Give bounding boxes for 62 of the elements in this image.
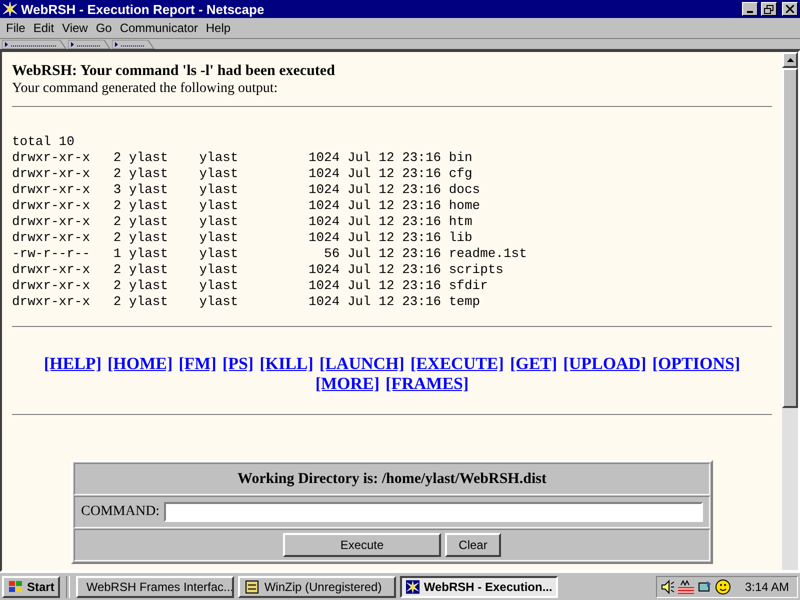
windows-flag-icon	[8, 580, 24, 594]
smiley-icon[interactable]	[714, 578, 731, 594]
execute-button[interactable]: Execute	[283, 533, 441, 557]
nav-link[interactable]: [HELP]	[44, 354, 102, 374]
working-directory-title: Working Directory is: /home/ylast/WebRSH.dist	[238, 470, 546, 488]
nav-link[interactable]: [FM]	[178, 354, 216, 374]
output-line: total 10	[12, 134, 74, 150]
nav-link[interactable]: [HOME]	[107, 354, 173, 374]
taskbar-button[interactable]: WinZip (Unregistered)	[238, 576, 396, 598]
clear-button[interactable]: Clear	[445, 533, 501, 557]
menu-item[interactable]: Edit	[29, 21, 58, 35]
output-line: drwxr-xr-x 2 ylast ylast 1024 Jul 12 23:16 lib	[12, 230, 472, 246]
speaker-icon[interactable]	[660, 578, 675, 594]
output-line: drwxr-xr-x 2 ylast ylast 1024 Jul 12 23:16 sfdir	[12, 278, 488, 294]
cabinet-icon	[244, 578, 260, 594]
restore-button[interactable]	[761, 2, 777, 16]
nav-link[interactable]: [GET]	[510, 354, 558, 374]
output-line: drwxr-xr-x 2 ylast ylast 1024 Jul 12 23:16 home	[12, 198, 480, 214]
nav-link[interactable]: [LAUNCH]	[319, 354, 404, 374]
toolbar-grip-icon[interactable]	[2, 40, 67, 49]
command-field[interactable]	[164, 502, 703, 522]
menu-item[interactable]: View	[58, 21, 92, 35]
window-title: WebRSH - Execution Report - Netscape	[21, 2, 266, 16]
scroll-thumb[interactable]	[782, 68, 798, 408]
output-line: drwxr-xr-x 2 ylast ylast 1024 Jul 12 23:16 bin	[12, 150, 472, 166]
output-line: drwxr-xr-x 2 ylast ylast 1024 Jul 12 23:16 cfg	[12, 166, 472, 182]
nav-link[interactable]: [KILL]	[260, 354, 314, 374]
page-heading: WebRSH: Your command 'ls -l' had been executed	[12, 62, 336, 80]
output-line: drwxr-xr-x 2 ylast ylast 1024 Jul 12 23:16 scripts	[12, 262, 504, 278]
start-button[interactable]: Start	[2, 576, 60, 598]
toolbar-grip-icon[interactable]	[68, 40, 111, 49]
starburst-icon	[2, 1, 18, 17]
page-subheading: Your command generated the following output:	[12, 80, 279, 98]
taskbar-button[interactable]: WebRSH Frames Interfac...	[76, 576, 234, 598]
restore-icon	[764, 4, 774, 14]
nav-link[interactable]: [UPLOAD]	[563, 354, 646, 374]
nav-link[interactable]: [OPTIONS]	[652, 354, 740, 374]
up-arrow-icon	[786, 58, 794, 62]
menu-item[interactable]: Communicator	[116, 21, 202, 35]
network-icon[interactable]	[676, 578, 695, 594]
scroll-up-button[interactable]	[782, 52, 798, 68]
nav-link[interactable]: [EXECUTE]	[410, 354, 504, 374]
output-line: drwxr-xr-x 2 ylast ylast 1024 Jul 12 23:16 temp	[12, 294, 480, 310]
menu-item[interactable]: File	[2, 21, 30, 35]
monitor-icon[interactable]	[696, 578, 713, 594]
nav-link[interactable]: [FRAMES]	[386, 374, 469, 394]
taskbar-button[interactable]: WebRSH - Execution...	[400, 576, 558, 598]
close-button[interactable]	[782, 2, 798, 16]
close-icon	[786, 5, 794, 13]
vertical-scrollbar[interactable]	[782, 52, 798, 570]
clock: 3:14 AM	[744, 580, 789, 594]
menu-item[interactable]: Go	[92, 21, 116, 35]
menu-item[interactable]: Help	[202, 21, 235, 35]
toolbar-grip-icon[interactable]	[112, 40, 155, 49]
command-label: COMMAND:	[81, 504, 160, 520]
minimize-button[interactable]	[742, 2, 758, 16]
output-line: drwxr-xr-x 2 ylast ylast 1024 Jul 12 23:16 htm	[12, 214, 472, 230]
output-line: drwxr-xr-x 3 ylast ylast 1024 Jul 12 23:16 docs	[12, 182, 480, 198]
nav-link[interactable]: [PS]	[222, 354, 254, 374]
starburst-icon	[406, 578, 420, 594]
output-line: -rw-r--r-- 1 ylast ylast 56 Jul 12 23:16 readme.1st	[12, 246, 527, 262]
nav-link[interactable]: [MORE]	[315, 374, 380, 394]
